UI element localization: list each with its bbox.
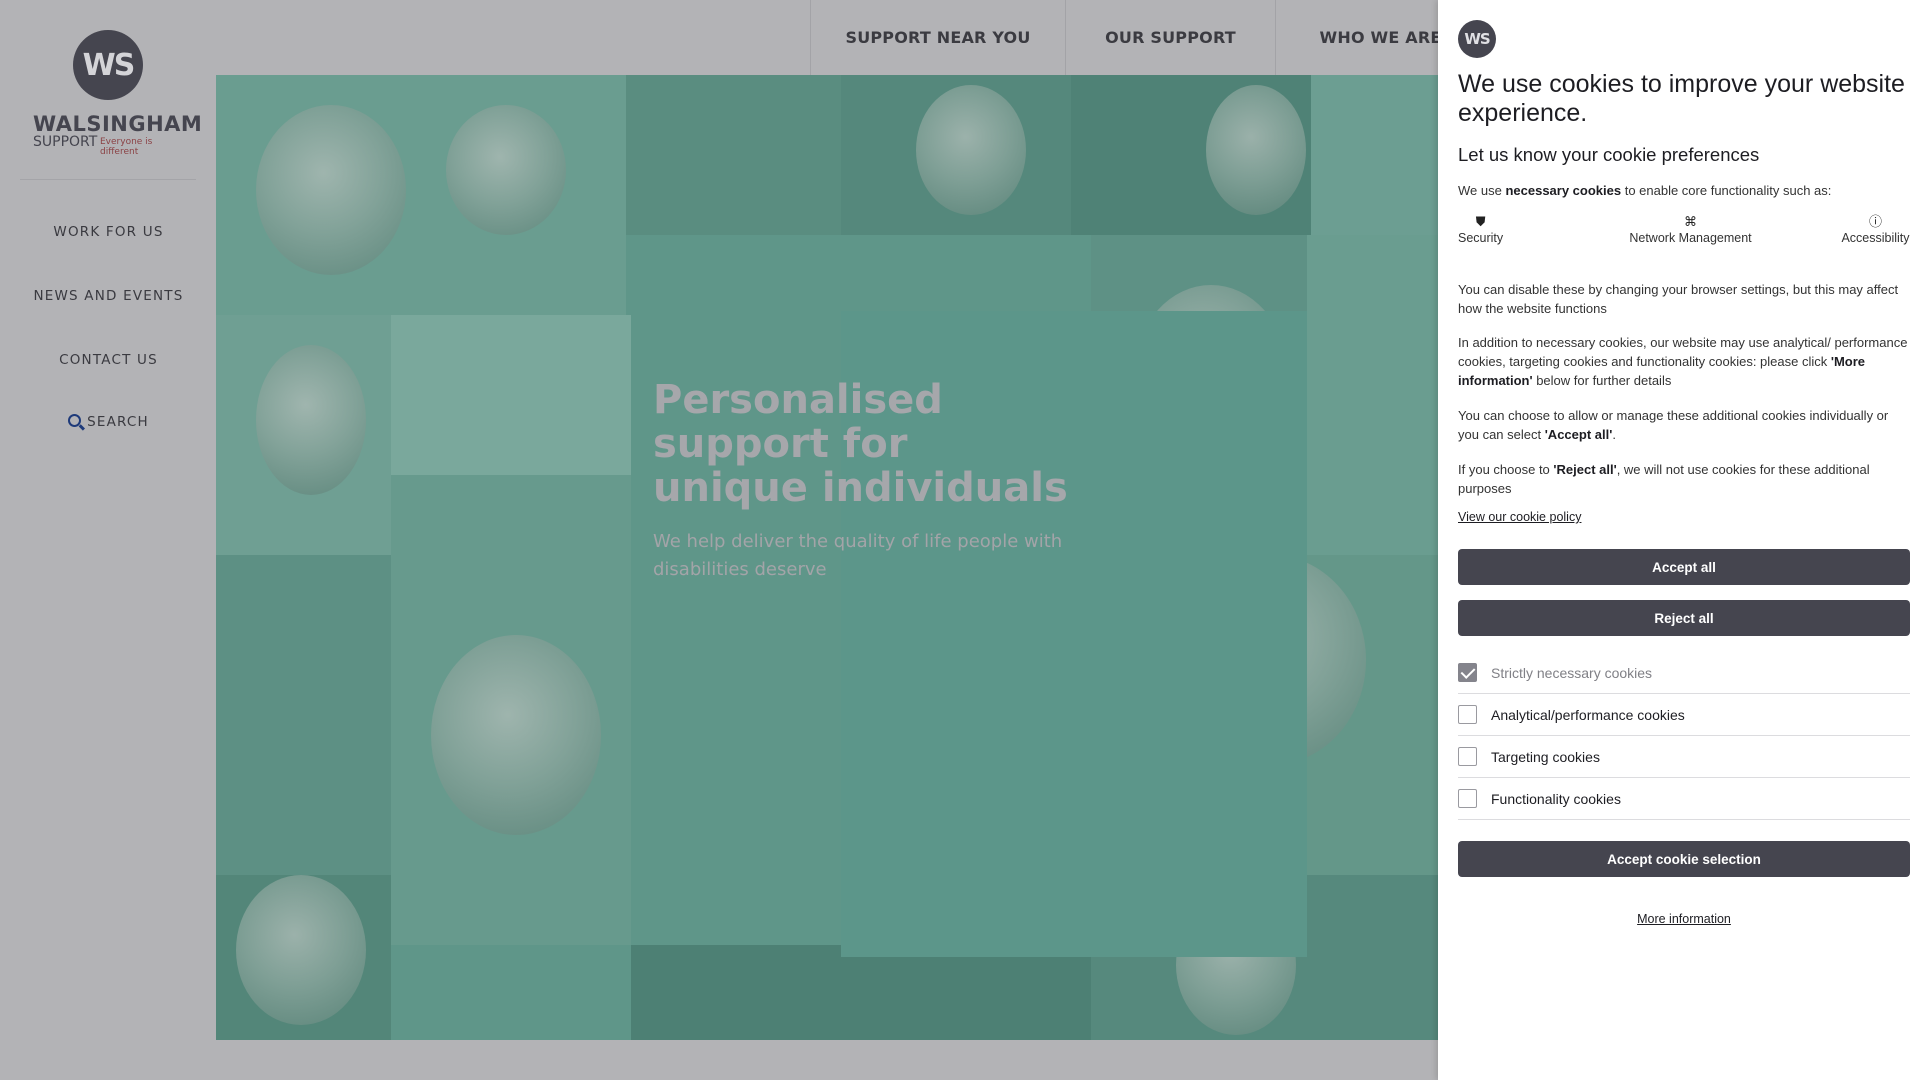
logo-badge: WS [73, 30, 143, 100]
para-bold: 'Reject all' [1553, 462, 1617, 477]
network-icon: ⌘ [1684, 214, 1697, 229]
hero-subtitle: We help deliver the quality of life peop… [653, 531, 1063, 580]
cookie-policy-link[interactable]: View our cookie policy [1458, 510, 1581, 524]
feature-label: Network Management [1629, 231, 1752, 245]
photo-face [446, 105, 566, 235]
walsingham-logo[interactable]: WS WALSINGHAM SUPPORT Everyone is differ… [28, 28, 202, 158]
feature-security: ⛊ Security [1458, 214, 1504, 246]
feature-network-management: ⌘ Network Management [1608, 214, 1773, 246]
photo-tile [1311, 75, 1440, 235]
reject-all-button[interactable]: Reject all [1458, 600, 1910, 636]
cookie-disable-text: You can disable these by changing your b… [1458, 282, 1899, 316]
para-bold: 'Accept all' [1544, 427, 1613, 442]
cookie-subtitle: Let us know your cookie preferences [1458, 144, 1760, 165]
nav-search[interactable]: SEARCH [0, 414, 217, 430]
photo-face [916, 85, 1026, 215]
accessibility-icon: ⓘ [1868, 214, 1882, 229]
shield-icon: ⛊ [1475, 214, 1486, 229]
photo-tile [391, 315, 631, 475]
more-information-link[interactable]: More information [1458, 912, 1910, 926]
nav-work-for-us[interactable]: WORK FOR US [0, 224, 217, 240]
para-text: If you choose to [1458, 462, 1554, 477]
option-label: Targeting cookies [1491, 748, 1600, 765]
strictly-necessary-checkbox [1458, 663, 1477, 682]
sidebar-divider [20, 179, 196, 180]
photo-tile [1307, 235, 1440, 555]
functionality-checkbox[interactable] [1458, 789, 1477, 808]
intro-bold: necessary cookies [1505, 183, 1622, 198]
cookie-choose-text: You can choose to allow or manage these … [1458, 406, 1910, 444]
feature-accessibility: ⓘ Accessibility [1838, 214, 1913, 246]
option-label: Analytical/performance cookies [1491, 706, 1685, 723]
targeting-checkbox[interactable] [1458, 747, 1477, 766]
option-label: Functionality cookies [1491, 790, 1621, 807]
accept-selection-button[interactable]: Accept cookie selection [1458, 841, 1910, 877]
cookie-panel-logo: WS [1458, 20, 1496, 58]
photo-face [256, 105, 406, 275]
photo-tile [626, 75, 841, 235]
search-icon [68, 414, 82, 427]
logo-tagline: Everyone is different [100, 137, 153, 157]
nav-search-label: SEARCH [87, 414, 149, 430]
cookie-title: We use cookies to improve your website e… [1458, 70, 1905, 127]
logo-support-text: SUPPORT [33, 134, 98, 150]
topnav-support-near-you[interactable]: SUPPORT NEAR YOU [810, 0, 1065, 75]
photo-tile [216, 555, 391, 875]
photo-face [236, 875, 366, 1025]
cookie-intro: We use necessary cookies to enable core … [1458, 181, 1910, 200]
accept-all-button[interactable]: Accept all [1458, 549, 1910, 585]
cookie-additional-text: In addition to necessary cookies, our we… [1458, 333, 1910, 390]
logo-name: WALSINGHAM [33, 112, 203, 136]
option-strictly-necessary: Strictly necessary cookies [1458, 652, 1910, 694]
photo-face [256, 345, 366, 495]
feature-label: Security [1458, 231, 1504, 245]
intro-text: We use [1458, 183, 1506, 198]
photo-tile [631, 945, 1091, 1040]
para-text-end: below for further details [1532, 373, 1672, 388]
photo-face [431, 635, 601, 835]
para-text-end: . [1612, 427, 1616, 442]
feature-label: Accessibility [1841, 231, 1910, 245]
cookie-consent-panel: WS We use cookies to improve your websit… [1438, 0, 1920, 1080]
option-targeting[interactable]: Targeting cookies [1458, 736, 1910, 778]
hero-title: Personalised support for unique individu… [653, 377, 1068, 511]
para-text: You can choose to allow or manage these … [1458, 408, 1889, 442]
option-functionality[interactable]: Functionality cookies [1458, 778, 1910, 820]
nav-news-and-events[interactable]: NEWS AND EVENTS [0, 288, 217, 304]
intro-text-end: to enable core functionality such as: [1621, 183, 1832, 198]
left-sidebar: WS WALSINGHAM SUPPORT Everyone is differ… [0, 0, 215, 1080]
cookie-reject-text: If you choose to 'Reject all', we will n… [1458, 460, 1910, 498]
nav-contact-us[interactable]: CONTACT US [0, 352, 217, 368]
topnav-our-support[interactable]: OUR SUPPORT [1065, 0, 1275, 75]
analytical-checkbox[interactable] [1458, 705, 1477, 724]
photo-face [1206, 85, 1306, 215]
option-analytical[interactable]: Analytical/performance cookies [1458, 694, 1910, 736]
option-label: Strictly necessary cookies [1491, 664, 1653, 681]
